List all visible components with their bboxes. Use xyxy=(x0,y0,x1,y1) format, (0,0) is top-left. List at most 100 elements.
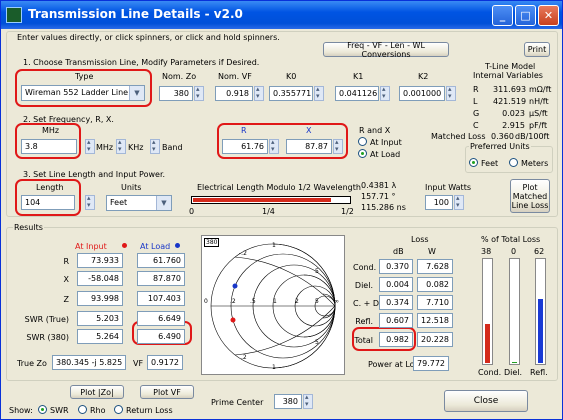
tline-value: 0.023 xyxy=(502,109,525,118)
loss-w-value: 12.518 xyxy=(417,313,453,328)
k2-label: K2 xyxy=(418,72,429,81)
loss-db-value: 0.607 xyxy=(379,313,413,328)
freq-band-label: Band xyxy=(162,143,183,152)
loss-row-label: Diel. xyxy=(354,281,373,290)
result-load-value: 61.760 xyxy=(137,253,185,268)
watts-spinner[interactable] xyxy=(454,194,464,210)
at-input-heading: At Input xyxy=(75,242,107,251)
nom-zo-spinner[interactable] xyxy=(194,85,204,101)
refl-bar-label: Refl. xyxy=(530,368,548,377)
pct-title: % of Total Loss xyxy=(481,235,541,244)
smith-axis-label: 0 xyxy=(204,298,208,305)
close-window-button[interactable]: ✕ xyxy=(538,5,559,26)
length-input[interactable]: 104 xyxy=(21,195,75,210)
diel-bar xyxy=(509,258,520,365)
app-icon xyxy=(6,7,22,23)
close-button[interactable]: Close xyxy=(444,390,528,412)
loss-w-value: 20.228 xyxy=(417,332,453,347)
instructions-text: Enter values directly, or click spinners… xyxy=(17,33,280,42)
pct-refl: 62 xyxy=(534,247,545,256)
result-row-label: R xyxy=(63,257,69,266)
k0-input[interactable]: 0.355771 xyxy=(269,86,313,101)
smith-chart: 380 -.2 1 5 0 .2 .5 1 2 5 ∞ .2 1 5 xyxy=(201,235,345,375)
r-spinner[interactable] xyxy=(269,138,279,154)
prime-center-input[interactable]: 380 xyxy=(274,394,302,409)
result-row-label: SWR (380) xyxy=(26,333,69,342)
freq-mhz-label: MHz xyxy=(96,143,114,152)
step1-label: 1. Choose Transmission Line, Modify Para… xyxy=(23,58,260,67)
r-input[interactable]: 61.76 xyxy=(222,139,268,154)
refl-bar-fill xyxy=(538,299,543,363)
nom-zo-input[interactable]: 380 xyxy=(159,86,193,101)
tline-symbol: G xyxy=(473,109,480,118)
tline-value: 421.519 xyxy=(493,97,527,106)
at-input-radio[interactable] xyxy=(358,137,367,146)
meters-radio[interactable] xyxy=(509,158,518,167)
minimize-button[interactable]: _ xyxy=(492,5,513,26)
plot-vf-button[interactable]: Plot VF xyxy=(140,385,194,399)
nom-vf-input[interactable]: 0.918 xyxy=(215,86,253,101)
freq-conversions-button[interactable]: Freq - VF - Len - WL Conversions xyxy=(323,41,449,59)
k1-input[interactable]: 0.041126 xyxy=(335,86,379,101)
freq-input[interactable]: 3.8 xyxy=(21,139,77,154)
loss-w-value: 7.710 xyxy=(417,295,453,310)
x-spinner[interactable] xyxy=(333,138,343,154)
loss-w-value: 7.628 xyxy=(417,259,453,274)
meters-label: Meters xyxy=(521,159,549,168)
k2-input[interactable]: 0.001000 xyxy=(399,86,445,101)
band-spinner[interactable] xyxy=(150,138,160,154)
show-swr-radio[interactable] xyxy=(38,405,47,414)
plot-matched-loss-button[interactable]: Plot Matched Line Loss xyxy=(510,179,550,213)
show-return-loss-radio[interactable] xyxy=(114,405,123,414)
units-select[interactable]: Feet xyxy=(106,195,172,211)
maximize-button[interactable]: □ xyxy=(515,5,536,26)
loss-row-label: C. + D. xyxy=(353,299,382,308)
true-zo-label: True Zo xyxy=(17,359,47,368)
k1-label: K1 xyxy=(353,72,364,81)
tline-unit: μS/ft xyxy=(529,109,548,118)
at-load-radio[interactable] xyxy=(358,149,367,158)
feet-radio[interactable] xyxy=(469,158,478,167)
type-select[interactable]: Wireman 552 Ladder Line xyxy=(21,85,145,101)
elec-length-bar xyxy=(191,196,351,204)
title-bar: Transmission Line Details - v2.0 _ □ ✕ xyxy=(1,1,562,29)
r-label: R xyxy=(241,126,247,135)
smith-label: .2 xyxy=(241,354,247,361)
length-spinner[interactable] xyxy=(85,194,95,210)
at-load-heading: At Load xyxy=(140,242,171,251)
k2-spinner[interactable] xyxy=(446,85,456,101)
k0-spinner[interactable] xyxy=(314,85,324,101)
plot-zo-button[interactable]: Plot |Zo| xyxy=(70,385,124,399)
matched-loss-label: Matched Loss xyxy=(431,132,486,141)
loss-row-label: Total xyxy=(354,336,373,345)
print-button[interactable]: Print xyxy=(524,42,550,57)
watts-label: Input Watts xyxy=(425,183,471,192)
type-label: Type xyxy=(75,72,94,81)
x-input[interactable]: 87.87 xyxy=(286,139,332,154)
prime-center-spinner[interactable] xyxy=(303,393,313,409)
loss-w-value: 0.082 xyxy=(417,277,453,292)
loss-db-value: 0.374 xyxy=(379,295,413,310)
elec-degrees: 157.71 ° xyxy=(361,192,396,201)
result-row-label: X xyxy=(63,275,69,284)
show-rho-radio[interactable] xyxy=(78,405,87,414)
result-load-value: 87.870 xyxy=(137,271,185,286)
khz-spinner[interactable] xyxy=(116,138,126,154)
nom-vf-spinner[interactable] xyxy=(254,85,264,101)
result-load-value: 6.490 xyxy=(137,329,185,344)
result-row-label: Z xyxy=(63,295,69,304)
pct-cond: 38 xyxy=(481,247,492,256)
refl-bar xyxy=(535,258,546,365)
tline-unit: mΩ/ft xyxy=(529,85,552,94)
watts-input[interactable]: 100 xyxy=(425,195,453,210)
true-zo-value: 380.345 -j 5.825 xyxy=(52,355,126,370)
tline-symbol: C xyxy=(473,121,479,130)
cond-bar xyxy=(482,258,493,365)
freq-spinner[interactable] xyxy=(85,138,95,154)
nom-zo-label: Nom. Zo xyxy=(162,72,197,81)
smith-label: 1 xyxy=(272,364,276,371)
length-label: Length xyxy=(36,183,64,192)
smith-axis-label: .5 xyxy=(250,298,256,305)
k0-label: K0 xyxy=(286,72,297,81)
k1-spinner[interactable] xyxy=(380,85,390,101)
